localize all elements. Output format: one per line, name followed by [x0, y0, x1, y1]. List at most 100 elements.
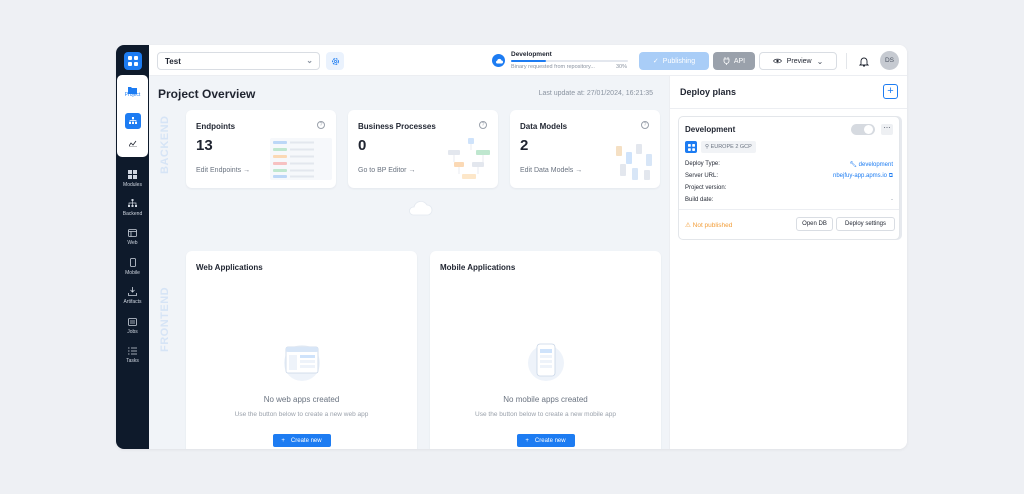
sidebar-item-label: Web [127, 240, 138, 246]
region-badge: ⚲ EUROPE 2 GCP [701, 141, 756, 153]
business-processes-card[interactable]: Business Processes ? 0 Go to BP Editor → [348, 110, 498, 188]
user-avatar[interactable]: DS [880, 51, 899, 70]
grid-logo-icon [128, 56, 138, 66]
more-options-button[interactable]: ⋯ [881, 124, 893, 135]
modules-icon [116, 169, 149, 180]
sidebar-item-label: Modules [123, 182, 142, 188]
sidebar-item-artifacts[interactable]: Artifacts [116, 286, 149, 305]
create-label: Create new [534, 437, 566, 444]
data-models-illustration-icon [616, 144, 652, 180]
panel-title: Deploy plans [680, 87, 737, 97]
help-icon[interactable]: ? [317, 121, 325, 129]
sidebar-item-modules[interactable]: Modules [116, 169, 149, 188]
project-select[interactable]: Test ⌄ [157, 52, 320, 70]
publish-label: Publishing [662, 57, 696, 65]
card-link[interactable]: Go to BP Editor → [358, 167, 415, 174]
deploy-settings-button[interactable]: Deploy settings [836, 217, 895, 231]
deploy-plan-toggle[interactable] [851, 124, 875, 135]
eye-icon [772, 58, 782, 64]
card-link[interactable]: Edit Data Models → [520, 167, 582, 174]
empty-state-text: Use the button below to create a new web… [234, 411, 369, 418]
status-progress-bar [511, 60, 628, 62]
create-mobile-app-button[interactable]: + Create new [516, 434, 575, 447]
sidebar-item-backend[interactable]: Backend [116, 198, 149, 217]
cloud-sync-icon [492, 54, 505, 67]
sidebar-item-label: Mobile [125, 270, 140, 276]
status-title: Development [511, 51, 552, 58]
row-label: Server URL: [685, 173, 719, 179]
deploy-plan-name: Development [685, 125, 736, 134]
mobile-applications-card: Mobile Applications No mobile apps creat… [430, 251, 661, 449]
deploy-type-value: development [858, 162, 893, 168]
cloud-icon [407, 200, 433, 221]
app-window: Project Modules Backend Web Mobile Artif… [116, 45, 907, 449]
chevron-down-icon: ⌄ [816, 56, 824, 66]
help-icon[interactable]: ? [641, 121, 649, 129]
row-value: - [891, 197, 893, 203]
status-text: Binary requested from repository... [511, 64, 595, 70]
api-button[interactable]: API [713, 52, 755, 70]
deploy-plans-panel: Deploy plans + Development ⋯ ⚲ EUROPE 2 … [669, 76, 907, 449]
build-date-row: Build date: - [685, 197, 893, 203]
divider [670, 108, 907, 109]
sidebar: Project Modules Backend Web Mobile Artif… [116, 45, 149, 449]
artifacts-icon [116, 286, 149, 297]
wrench-icon: 🔧︎ [849, 162, 859, 168]
sidebar-item-project[interactable]: Project [117, 75, 148, 157]
project-settings-button[interactable] [326, 52, 344, 70]
endpoints-illustration-icon [270, 138, 332, 180]
sidebar-item-web[interactable]: Web [116, 227, 149, 246]
add-deploy-plan-button[interactable]: + [883, 84, 898, 99]
status-progress-fill [511, 60, 547, 62]
more-dots-icon: ⋯ [883, 125, 891, 132]
server-url-value: nbejfuy-app.apms.io [832, 173, 888, 179]
warning-icon: ⚠ [685, 222, 693, 229]
card-title: Data Models [520, 122, 568, 131]
plus-icon: + [281, 437, 285, 444]
backend-section-label: BACKEND [159, 115, 171, 175]
plug-icon [723, 57, 730, 65]
web-icon [116, 227, 149, 238]
empty-state-text: Use the button below to create a new mob… [475, 411, 616, 418]
chevron-down-icon: ⌄ [306, 56, 313, 65]
copy-icon[interactable]: ⧉ [889, 173, 893, 179]
publish-status: ⚠ Not published [685, 221, 732, 229]
hierarchy-icon [129, 117, 137, 124]
sidebar-item-mobile[interactable]: Mobile [116, 257, 149, 276]
sidebar-item-label: Jobs [127, 329, 138, 335]
publish-button[interactable]: ✓ Publishing [639, 52, 709, 70]
status-percent: 30% [616, 64, 628, 70]
endpoints-card[interactable]: Endpoints ? 13 Edit Endpoints → [186, 110, 336, 188]
app-logo[interactable] [124, 52, 142, 70]
data-models-card[interactable]: Data Models ? 2 Edit Data Models → [510, 110, 660, 188]
card-title: Web Applications [196, 263, 263, 272]
mobile-icon [116, 257, 149, 268]
open-db-button[interactable]: Open DB [796, 217, 833, 231]
toggle-knob [864, 125, 873, 134]
tasks-icon [116, 345, 149, 356]
create-label: Create new [290, 437, 322, 444]
card-link[interactable]: Edit Endpoints → [196, 167, 250, 174]
sidebar-subitem-overview[interactable] [125, 113, 141, 129]
help-icon[interactable]: ? [479, 121, 487, 129]
row-label: Build date: [685, 197, 714, 203]
check-icon: ✓ [652, 58, 659, 65]
sidebar-subitem-analytics[interactable] [125, 135, 141, 151]
preview-button[interactable]: Preview ⌄ [759, 52, 837, 70]
backend-icon [116, 198, 149, 209]
web-applications-card: Web Applications No web apps created Use… [186, 251, 417, 449]
card-count: 0 [358, 137, 367, 154]
card-title: Business Processes [358, 122, 436, 131]
plus-icon: + [525, 437, 529, 444]
sidebar-item-jobs[interactable]: Jobs [116, 316, 149, 335]
sidebar-item-tasks[interactable]: Tasks [116, 345, 149, 364]
top-bar: Test ⌄ Development Binary requested from… [149, 45, 907, 76]
project-version-row: Project version: [685, 185, 893, 191]
empty-state-title: No mobile apps created [503, 395, 588, 404]
create-web-app-button[interactable]: + Create new [272, 434, 331, 447]
server-url-link[interactable]: nbejfuy-app.apms.io ⧉ [833, 173, 893, 180]
notifications-bell-icon[interactable] [858, 54, 870, 72]
frontend-section-label: FRONTEND [159, 286, 171, 352]
api-label: API [733, 57, 746, 65]
last-update-timestamp: Last update at: 27/01/2024, 16:21:35 [538, 90, 653, 97]
